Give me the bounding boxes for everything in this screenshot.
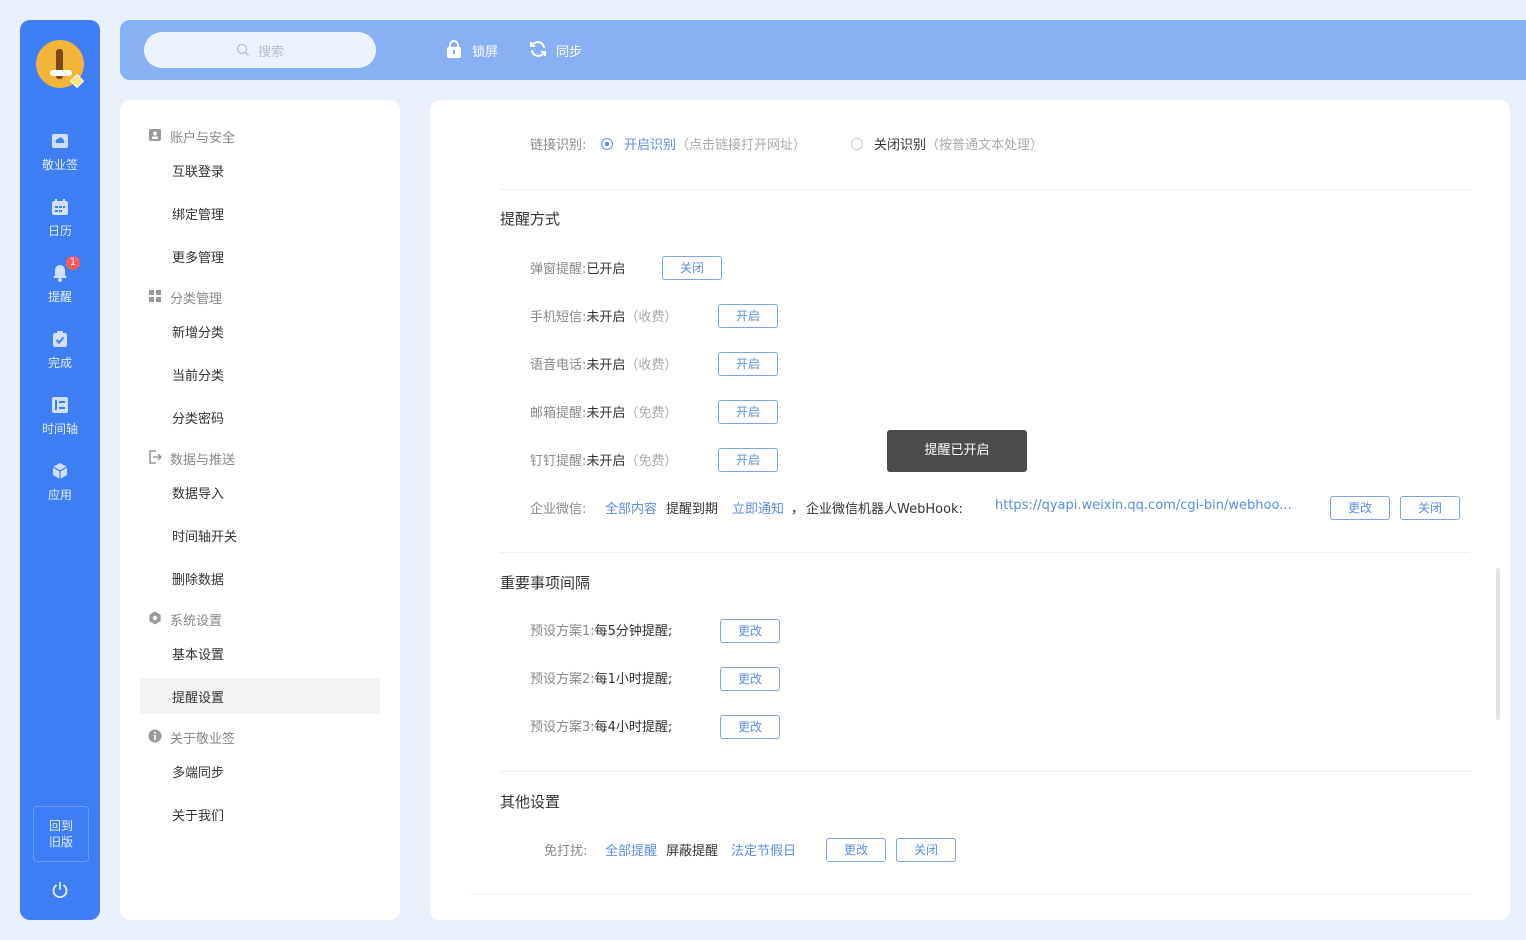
gear-icon	[149, 611, 161, 625]
nav-label: 敬业签	[41, 158, 78, 172]
plan-3-edit-button[interactable]: 更改	[720, 715, 780, 739]
sync-icon	[530, 41, 546, 57]
left-rail: 敬业签 日历 1 提醒 完成 时间轴 应用 回到旧版	[20, 20, 100, 920]
top-bar: 搜索 锁屏 同步	[120, 20, 1526, 80]
link-recognition-label: 链接识别:	[530, 138, 587, 153]
plan-1-row: 预设方案1:每5分钟提醒;	[530, 624, 673, 639]
link-recognition-on-radio[interactable]	[601, 138, 613, 150]
search-icon	[236, 43, 249, 56]
important-interval-title: 重要事项间隔	[500, 574, 591, 592]
popup-close-button[interactable]: 关闭	[662, 256, 722, 280]
wecom-separator: ，	[791, 502, 805, 517]
menu-item-about-us[interactable]: 关于我们	[140, 796, 380, 832]
link-recognition-off-option[interactable]: 关闭识别（按普通文本处理）	[874, 134, 1043, 158]
reminder-methods-title: 提醒方式	[500, 210, 561, 228]
menu-item-category-password[interactable]: 分类密码	[140, 399, 380, 435]
email-reminder-row: 邮箱提醒:未开启（免费）	[530, 406, 678, 421]
search-placeholder: 搜索	[258, 45, 285, 60]
nav-timeline[interactable]: 时间轴	[20, 396, 100, 446]
other-settings-title: 其他设置	[500, 793, 561, 811]
wecom-when-link[interactable]: 立即通知	[732, 498, 784, 522]
divider	[470, 894, 1470, 895]
nav-reminder[interactable]: 1 提醒	[20, 256, 100, 314]
nav-label: 日历	[47, 224, 72, 238]
menu-item-basic-settings[interactable]: 基本设置	[140, 635, 380, 671]
nav-apps[interactable]: 应用	[20, 462, 100, 512]
wecom-webhook-url[interactable]: https://qyapi.weixin.qq.com/cgi-bin/webh…	[995, 498, 1310, 522]
divider	[500, 189, 1470, 190]
menu-item-more-management[interactable]: 更多管理	[140, 238, 380, 274]
wecom-scope-link[interactable]: 全部内容	[605, 498, 657, 522]
menu-item-delete-data[interactable]: 删除数据	[140, 560, 380, 596]
plan-3-row: 预设方案3:每4小时提醒;	[530, 720, 673, 735]
wecom-webhook-label: 企业微信机器人WebHook:	[806, 502, 963, 517]
clipboard-check-icon	[53, 331, 67, 347]
dnd-label: 免打扰:	[544, 844, 588, 859]
reminder-settings-panel: 链接识别: 开启识别（点击链接打开网址） 关闭识别（按普通文本处理） 提醒方式 …	[430, 100, 1510, 920]
menu-item-timeline-switch[interactable]: 时间轴开关	[140, 517, 380, 553]
plan-2-row: 预设方案2:每1小时提醒;	[530, 672, 673, 687]
divider	[500, 771, 1470, 772]
calendar-icon	[52, 199, 68, 215]
info-icon	[148, 729, 162, 743]
reminder-count-badge: 1	[66, 256, 80, 270]
grid-icon	[149, 290, 161, 302]
link-recognition-off-radio[interactable]	[851, 138, 863, 150]
dingtalk-enable-button[interactable]: 开启	[718, 448, 778, 472]
scrollbar[interactable]	[1496, 568, 1500, 720]
popup-reminder-row: 弹窗提醒:已开启	[530, 262, 626, 277]
voice-reminder-row: 语音电话:未开启（收费）	[530, 358, 678, 373]
nav-label: 提醒	[47, 290, 72, 304]
link-recognition-on-option[interactable]: 开启识别（点击链接打开网址）	[624, 134, 806, 158]
nav-jingyeqian[interactable]: 敬业签	[20, 132, 100, 182]
sms-reminder-row: 手机短信:未开启（收费）	[530, 310, 678, 325]
wecom-edit-button[interactable]: 更改	[1330, 496, 1390, 520]
nav-done[interactable]: 完成	[20, 330, 100, 380]
dnd-period-link[interactable]: 法定节假日	[731, 840, 796, 864]
menu-item-binding[interactable]: 绑定管理	[140, 195, 380, 231]
wecom-label: 企业微信:	[530, 502, 587, 517]
export-icon	[149, 450, 162, 464]
dnd-scope-link[interactable]: 全部提醒	[605, 840, 657, 864]
lock-icon	[447, 40, 461, 58]
dnd-close-button[interactable]: 关闭	[896, 838, 956, 862]
nav-label: 完成	[47, 356, 72, 370]
back-to-old-version-button[interactable]: 回到旧版	[33, 806, 89, 862]
popup-status: 已开启	[586, 262, 626, 277]
menu-item-current-category[interactable]: 当前分类	[140, 356, 380, 392]
timeline-icon	[52, 397, 68, 413]
email-enable-button[interactable]: 开启	[718, 400, 778, 424]
plan-1-edit-button[interactable]: 更改	[720, 619, 780, 643]
menu-item-data-import[interactable]: 数据导入	[140, 474, 380, 510]
sms-enable-button[interactable]: 开启	[718, 304, 778, 328]
dingtalk-reminder-row: 钉钉提醒:未开启（免费）	[530, 454, 678, 469]
menu-item-add-category[interactable]: 新增分类	[140, 313, 380, 349]
wecom-when-prefix: 提醒到期	[666, 502, 719, 517]
cube-icon	[52, 463, 68, 479]
dnd-edit-button[interactable]: 更改	[826, 838, 886, 862]
cloud-note-icon	[52, 134, 68, 148]
plan-2-edit-button[interactable]: 更改	[720, 667, 780, 691]
menu-item-multi-sync[interactable]: 多端同步	[140, 753, 380, 789]
voice-enable-button[interactable]: 开启	[718, 352, 778, 376]
nav-label: 应用	[47, 488, 72, 502]
settings-menu: 账户与安全 互联登录 绑定管理 更多管理 分类管理 新增分类 当前分类 分类密码…	[120, 100, 400, 920]
dnd-action: 屏蔽提醒	[666, 844, 719, 859]
menu-item-linked-login[interactable]: 互联登录	[140, 152, 380, 188]
nav-label: 时间轴	[41, 422, 78, 436]
power-icon[interactable]	[51, 881, 69, 899]
menu-item-reminder-settings[interactable]: 提醒设置	[140, 678, 380, 714]
divider	[500, 552, 1470, 553]
wecom-close-button[interactable]: 关闭	[1400, 496, 1460, 520]
search-input[interactable]: 搜索	[144, 32, 376, 68]
account-security-icon	[149, 129, 161, 141]
link-recognition-row: 链接识别:	[530, 134, 586, 158]
nav-calendar[interactable]: 日历	[20, 198, 100, 248]
toast-message: 提醒已开启	[887, 430, 1027, 472]
